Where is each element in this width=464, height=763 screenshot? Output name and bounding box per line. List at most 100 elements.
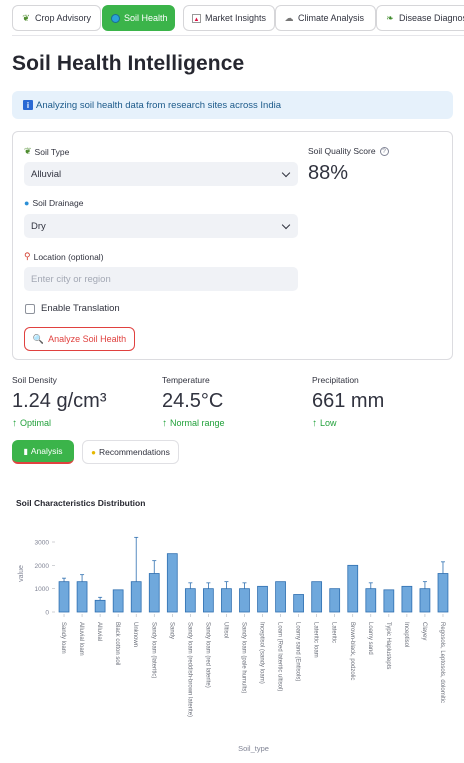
x-tick-label: Brown-black, podzolic <box>349 622 355 680</box>
bar <box>166 553 178 613</box>
metric-delta: ↑ Normal range <box>162 418 225 429</box>
soil-distribution-chart: 0 1000 2000 3000 value Sandy loam Alluvial loa… <box>18 536 449 753</box>
analyze-soil-button[interactable]: 🔍 Analyze Soil Health <box>24 327 135 351</box>
y-axis-label: value <box>18 565 25 582</box>
subtab-analysis[interactable]: ▮ Analysis <box>12 440 74 464</box>
x-tick-label: Black cotton soil <box>114 622 120 665</box>
x-tick-label: Inceptisol (sandy loam) <box>259 622 265 684</box>
x-tick-label: Lateritic <box>331 622 337 643</box>
bar <box>184 588 196 613</box>
soil-type-value: Alluvial <box>31 168 62 180</box>
bar <box>203 588 214 613</box>
x-tick-label: Lateritic loam <box>313 622 319 658</box>
quality-score-label: Soil Quality Score ? <box>308 146 389 156</box>
metric-soil-density: Soil Density 1.24 g/cm³ ↑ Optimal <box>12 375 106 429</box>
metric-label: Precipitation <box>312 375 359 385</box>
subtab-recommendations[interactable]: ● Recommendations <box>82 440 179 464</box>
translation-label: Enable Translation <box>41 303 120 314</box>
x-tick-label: Loam (Red lateritic ultisol) <box>277 622 283 691</box>
tab-crop-advisory[interactable]: ❦ Crop Advisory <box>12 5 101 31</box>
quality-score-value: 88% <box>308 162 349 184</box>
bar <box>112 589 124 613</box>
tab-soil-health[interactable]: Soil Health <box>102 5 175 31</box>
info-icon: i <box>23 100 33 110</box>
page-title: Soil Health Intelligence <box>12 52 245 75</box>
help-icon[interactable]: ? <box>379 146 389 156</box>
x-tick-label: Sandy loam (red laterite) <box>204 622 210 688</box>
bar <box>58 581 70 613</box>
tab-label: Soil Health <box>124 13 168 23</box>
lightbulb-icon: ● <box>91 447 96 457</box>
bar <box>221 588 232 613</box>
chart-title: Soil Characteristics Distribution <box>16 498 146 508</box>
y-tick-label: 1000 <box>35 586 50 593</box>
bar <box>437 573 449 613</box>
bar <box>383 589 395 613</box>
arrow-up-icon: ↑ <box>162 418 167 429</box>
arrow-up-icon: ↑ <box>312 418 317 429</box>
metric-value: 661 mm <box>312 390 385 412</box>
chart-icon: ▲ <box>192 13 201 23</box>
x-tick-label: Sandy <box>168 622 174 639</box>
tab-climate-analysis[interactable]: ☁ Climate Analysis <box>275 5 376 31</box>
pin-icon: ⚲ <box>24 251 31 261</box>
cloud-icon: ☁ <box>284 13 294 23</box>
tab-label: Climate Analysis <box>298 13 365 23</box>
metric-delta: ↑ Low <box>312 418 337 429</box>
x-tick-label: Alluvial <box>96 622 102 641</box>
bar <box>293 594 304 613</box>
seedling-icon: ❦ <box>22 13 30 23</box>
bar <box>275 581 286 613</box>
bar-chart-icon: ▮ <box>23 446 28 456</box>
bar <box>94 599 106 613</box>
x-tick-label: Loamy sand (Entisols) <box>295 622 301 681</box>
bar <box>329 588 341 613</box>
translation-checkbox[interactable] <box>25 304 35 314</box>
tab-market-insights[interactable]: ▲ Market Insights <box>183 5 275 31</box>
soil-drainage-select[interactable]: Dry <box>24 214 298 238</box>
seedling-icon: ❦ <box>24 146 32 156</box>
x-tick-label: Sandy loam (reddish-brown laterite) <box>186 622 192 717</box>
bar <box>347 564 359 613</box>
soil-type-label: ❦ Soil Type <box>24 146 70 157</box>
tab-label: Disease Diagnosis <box>399 13 464 23</box>
bar <box>76 581 88 613</box>
x-tick-label: Loamy sand <box>367 622 373 655</box>
magnifier-icon: 🔍 <box>32 333 45 344</box>
x-axis-label: Soil_type <box>238 744 269 753</box>
bar <box>148 573 160 613</box>
bar <box>419 588 431 613</box>
soil-drainage-label: ● Soil Drainage <box>24 198 84 208</box>
metric-delta: ↑ Optimal <box>12 418 52 429</box>
leaf-icon: ❧ <box>386 13 394 23</box>
chevron-down-icon <box>281 168 291 178</box>
metric-precipitation: Precipitation 661 mm ↑ Low <box>312 375 384 429</box>
x-tick-label: Typic Haplustepts <box>385 622 391 669</box>
metric-label: Soil Density <box>12 375 57 385</box>
y-tick-label: 0 <box>45 610 49 617</box>
bar <box>130 581 142 613</box>
info-message: Analyzing soil health data from research… <box>36 99 282 111</box>
tab-divider <box>12 35 464 36</box>
globe-icon <box>111 13 120 23</box>
tab-label: Market Insights <box>205 13 267 23</box>
tab-label: Crop Advisory <box>35 13 92 23</box>
info-banner: i Analyzing soil health data from resear… <box>12 91 453 119</box>
arrow-up-icon: ↑ <box>12 418 17 429</box>
main-tab-bar: ❦ Crop Advisory Soil Health ▲ Market Ins… <box>12 5 464 31</box>
bar <box>311 581 323 613</box>
bar <box>365 588 377 613</box>
x-tick-label: Alluvial loam <box>78 622 84 656</box>
soil-type-select[interactable]: Alluvial <box>24 162 298 186</box>
x-tick-label: Inceptisol <box>403 622 409 647</box>
metric-value: 24.5°C <box>162 390 224 412</box>
soil-drainage-value: Dry <box>31 220 46 232</box>
x-tick-label: Unknown <box>132 622 138 647</box>
bar <box>401 585 413 613</box>
metric-label: Temperature <box>162 375 210 385</box>
location-input[interactable] <box>24 267 298 291</box>
x-tick-label: Sandy loam <box>60 622 66 654</box>
tab-disease-diagnosis[interactable]: ❧ Disease Diagnosis <box>376 5 464 31</box>
bar <box>239 588 250 613</box>
water-drop-icon: ● <box>24 198 30 208</box>
